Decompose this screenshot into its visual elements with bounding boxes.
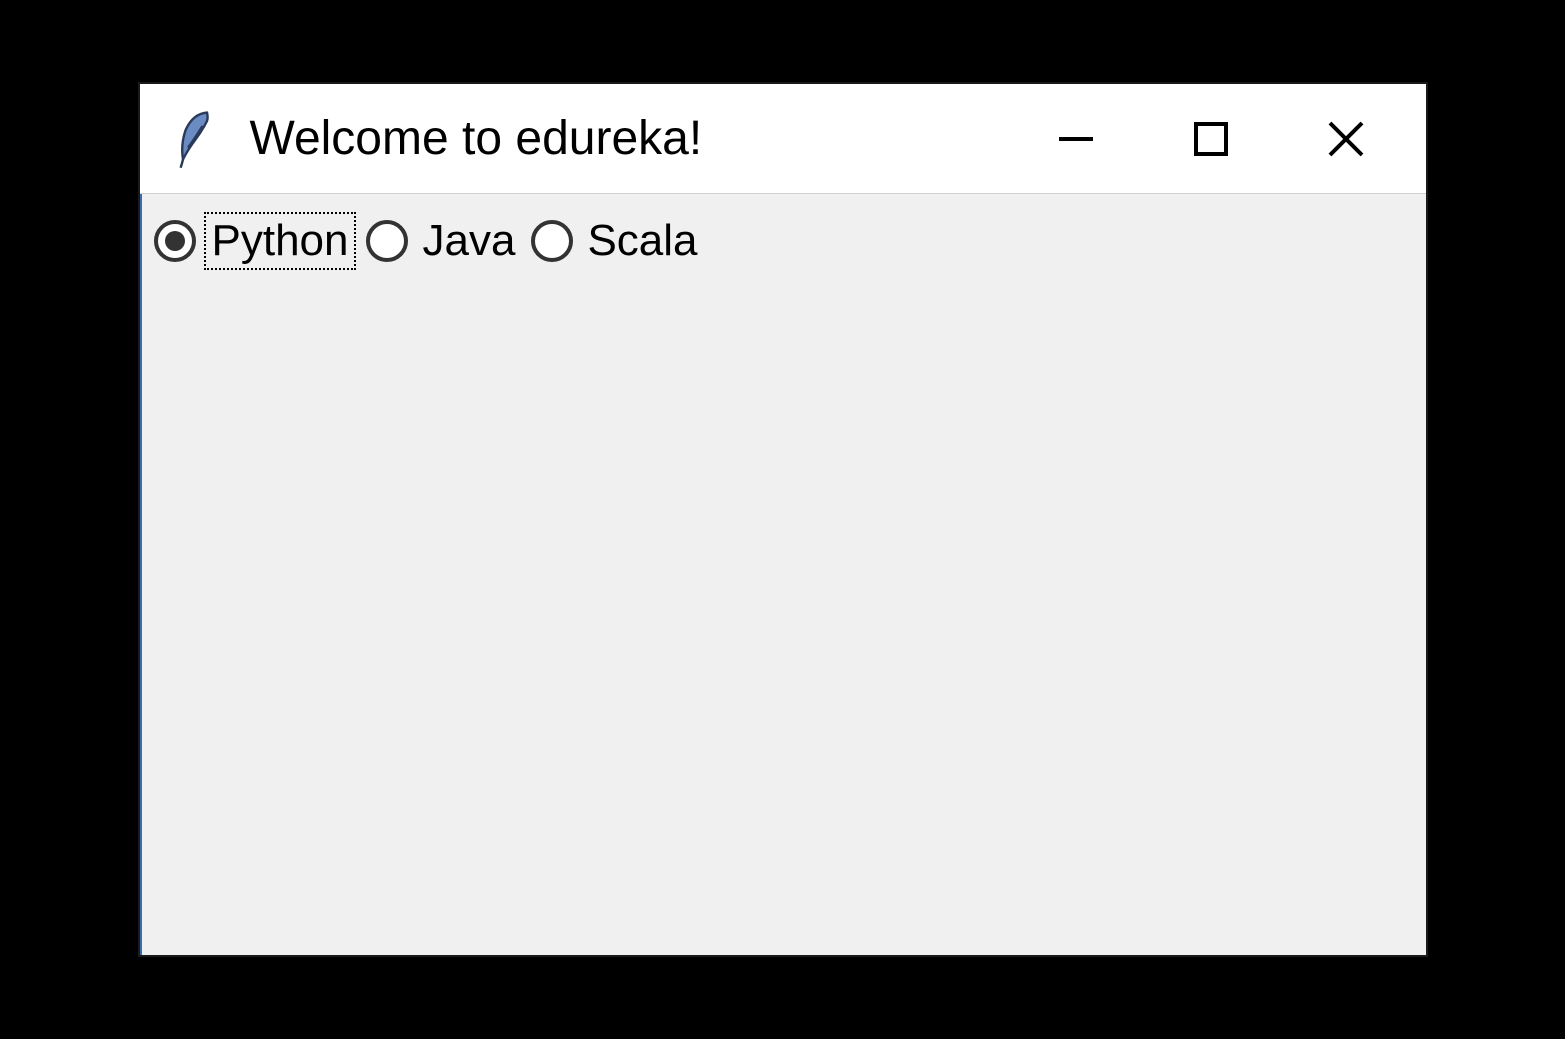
minimize-button[interactable]	[1051, 114, 1101, 164]
radio-python[interactable]: Python	[154, 212, 357, 270]
radio-label: Python	[204, 212, 357, 270]
radio-indicator-icon	[531, 220, 573, 262]
application-window: Welcome to edureka!	[138, 82, 1428, 957]
titlebar[interactable]: Welcome to edureka!	[140, 84, 1426, 194]
radio-scala[interactable]: Scala	[531, 214, 703, 268]
tk-feather-icon	[170, 109, 220, 169]
radio-indicator-icon	[154, 220, 196, 262]
close-button[interactable]	[1321, 114, 1371, 164]
radio-java[interactable]: Java	[366, 214, 521, 268]
radio-label: Scala	[581, 214, 703, 268]
client-area: Python Java Scala	[140, 194, 1426, 955]
maximize-button[interactable]	[1186, 114, 1236, 164]
radio-group: Python Java Scala	[154, 212, 704, 270]
radio-indicator-icon	[366, 220, 408, 262]
window-title: Welcome to edureka!	[250, 111, 1051, 166]
window-controls	[1051, 114, 1416, 164]
radio-label: Java	[416, 214, 521, 268]
